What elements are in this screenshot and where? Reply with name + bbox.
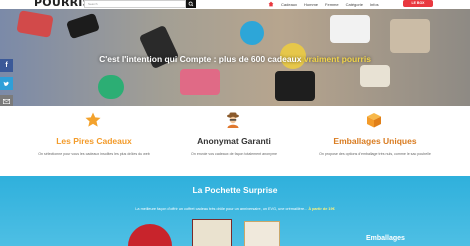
star-icon <box>85 112 101 127</box>
pochette-surprise-section: La Pochette Surprise La meilleure façon … <box>0 176 470 246</box>
product-image[interactable] <box>128 224 172 246</box>
search-button[interactable] <box>186 0 196 8</box>
hero-title: C'est l'intention qui Compte : plus de 6… <box>0 54 470 64</box>
feature-title: Les Pires Cadeaux <box>56 136 132 146</box>
search-input[interactable]: Search <box>84 0 186 8</box>
spy-icon <box>227 112 239 128</box>
hero-banner: C'est l'intention qui Compte : plus de 6… <box>0 9 470 106</box>
hero-decoration <box>65 12 101 40</box>
hero-decoration <box>390 19 430 53</box>
facebook-icon: f <box>5 62 8 69</box>
product-image[interactable] <box>244 221 280 246</box>
section-text: La meilleure façon d'offrir un coffret c… <box>0 207 470 211</box>
section-title: La Pochette Surprise <box>192 185 278 195</box>
nav-item-homme[interactable]: Homme <box>304 2 318 7</box>
hero-decoration <box>240 21 264 45</box>
feature-title: Anonymat Garanti <box>197 136 271 146</box>
feature-text: On envoie vos cadeaux de façon totalemen… <box>191 152 277 156</box>
main-nav: Cadeaux Homme Femme Catégorie Infos <box>268 0 379 8</box>
emballages-label: Emballages <box>366 235 405 242</box>
feature-text: On sélectionne pour vous les cadeaux ins… <box>38 152 150 156</box>
twitter-icon <box>3 81 10 86</box>
section-description: La meilleure façon d'offrir un coffret c… <box>135 207 309 211</box>
price-label: À partir de 19€ <box>308 207 335 211</box>
hero-decoration <box>330 15 370 43</box>
product-image[interactable] <box>192 219 232 246</box>
nav-item-cadeaux[interactable]: Cadeaux <box>281 2 297 7</box>
box-button[interactable]: LE BOX <box>403 0 433 7</box>
nav-item-categorie[interactable]: Catégorie <box>346 2 363 7</box>
search-icon <box>188 1 194 7</box>
feature-text: On propose des options d'emballage très … <box>319 152 431 156</box>
mail-icon <box>3 99 10 104</box>
nav-item-femme[interactable]: Femme <box>325 2 339 7</box>
home-icon[interactable] <box>268 1 274 7</box>
hero-title-accent: vraiment pourris <box>303 54 371 64</box>
hero-decoration <box>180 69 220 95</box>
twitter-share-button[interactable] <box>0 77 13 90</box>
hero-decoration <box>275 71 315 101</box>
nav-item-infos[interactable]: Infos <box>370 2 379 7</box>
site-header: POURRIS Search Cadeaux Homme Femme Catég… <box>0 0 470 9</box>
box-icon <box>367 113 381 128</box>
hero-decoration <box>360 65 390 87</box>
hero-title-main: C'est l'intention qui Compte : plus de 6… <box>99 54 304 64</box>
hero-decoration <box>98 75 124 99</box>
hero-decoration <box>16 10 54 38</box>
feature-title: Emballages Uniques <box>333 136 417 146</box>
features-section: Les Pires Cadeaux On sélectionne pour vo… <box>0 106 470 176</box>
site-logo[interactable]: POURRIS <box>34 0 91 9</box>
facebook-share-button[interactable]: f <box>0 59 13 72</box>
